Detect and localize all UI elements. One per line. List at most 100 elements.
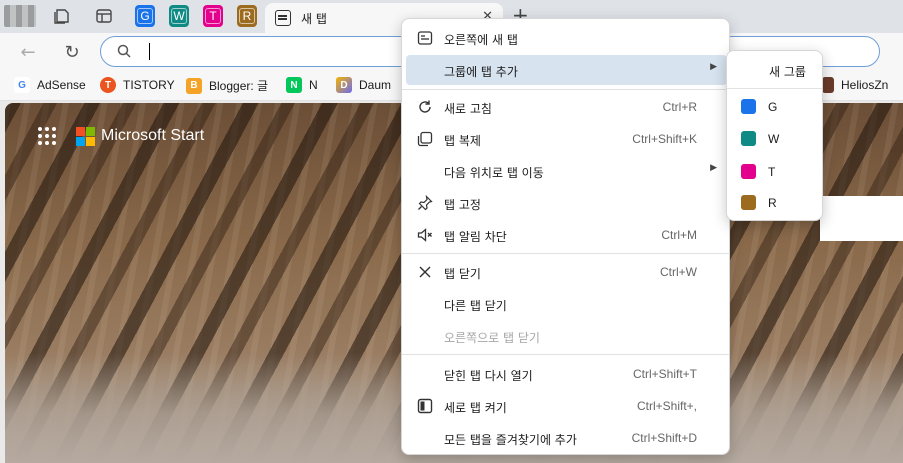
menu-item-label: 탭 알림 차단 — [444, 230, 507, 244]
naver-icon: N — [286, 77, 302, 93]
group-item-r[interactable]: R — [739, 191, 814, 215]
daum-icon: D — [336, 77, 352, 93]
favorite-daum[interactable]: D Daum — [336, 77, 391, 93]
group-item-g[interactable]: G — [739, 95, 814, 119]
menu-item-label: 탭 복제 — [444, 134, 481, 148]
new-group-item[interactable]: 새 그룹 — [769, 63, 806, 80]
blogger-icon: B — [186, 77, 202, 94]
menu-divider — [402, 354, 729, 355]
content-card — [820, 196, 903, 241]
favorite-tistory[interactable]: T TISTORY — [100, 77, 175, 93]
refresh-button[interactable]: ↻ — [60, 40, 84, 64]
duplicate-icon — [416, 130, 434, 148]
menu-item-label: 다음 위치로 탭 이동 — [444, 166, 544, 180]
menu-item-new-tab-right[interactable]: 오른쪽에 새 탭 — [406, 23, 727, 53]
helios-icon — [822, 77, 834, 93]
app-launcher-icon[interactable] — [38, 127, 56, 145]
menu-item-shortcut: Ctrl+W — [660, 265, 697, 279]
menu-item-duplicate-tab[interactable]: 탭 복제 Ctrl+Shift+K — [406, 124, 727, 154]
favorite-blogger[interactable]: B Blogger: 글 — [186, 77, 268, 94]
group-name: R — [768, 196, 777, 210]
group-item-w[interactable]: W — [739, 127, 814, 151]
menu-item-label: 오른쪽으로 탭 닫기 — [444, 331, 540, 345]
tab-group-label: T — [205, 8, 221, 24]
submenu-arrow-icon: ▶ — [710, 62, 717, 72]
menu-item-label: 그룹에 탭 추가 — [444, 65, 518, 79]
back-button[interactable]: ← — [16, 40, 40, 64]
menu-item-add-all-to-favorites[interactable]: 모든 탭을 즐겨찾기에 추가 Ctrl+Shift+D — [406, 423, 727, 453]
tistory-icon: T — [100, 77, 116, 93]
menu-item-shortcut: Ctrl+Shift+T — [632, 367, 697, 381]
favorite-label: AdSense — [37, 78, 86, 92]
google-icon: G — [14, 77, 30, 93]
menu-item-vertical-tabs[interactable]: 세로 탭 켜기 Ctrl+Shift+, — [406, 391, 727, 421]
microsoft-logo-icon — [76, 127, 95, 146]
menu-item-shortcut: Ctrl+Shift+D — [631, 431, 697, 445]
tab-group-chip-t[interactable]: T — [203, 5, 223, 27]
vertical-tabs-icon — [416, 397, 434, 415]
menu-item-refresh[interactable]: 새로 고침 Ctrl+R — [406, 92, 727, 122]
group-name: W — [768, 132, 780, 146]
new-tab-right-icon — [416, 29, 434, 47]
menu-item-close-tabs-right: 오른쪽으로 탭 닫기 — [406, 321, 727, 351]
menu-item-reopen-closed-tab[interactable]: 닫힌 탭 다시 열기 Ctrl+Shift+T — [406, 359, 727, 389]
profile-avatar[interactable] — [4, 5, 36, 27]
new-tab-page-icon — [275, 10, 291, 26]
favorite-helioszn[interactable]: HeliosZn — [822, 77, 888, 93]
tab-group-label: R — [239, 8, 255, 24]
tab-group-chip-g[interactable]: G — [135, 5, 155, 27]
menu-item-shortcut: Ctrl+R — [662, 100, 697, 114]
menu-divider — [402, 253, 729, 254]
menu-item-label: 세로 탭 켜기 — [444, 401, 507, 415]
menu-item-label: 오른쪽에 새 탭 — [444, 33, 518, 47]
menu-item-shortcut: Ctrl+Shift+K — [632, 132, 697, 146]
group-name: G — [768, 100, 778, 114]
tab-group-label: W — [171, 8, 187, 24]
menu-item-label: 모든 탭을 즐겨찾기에 추가 — [444, 433, 577, 447]
tab-group-chip-w[interactable]: W — [169, 5, 189, 27]
menu-item-label: 탭 닫기 — [444, 267, 481, 281]
tab-context-menu: 오른쪽에 새 탭 그룹에 탭 추가 ▶ 새로 고침 Ctrl+R 탭 복제 Ct… — [401, 18, 730, 455]
tab-group-chip-r[interactable]: R — [237, 5, 257, 27]
menu-item-mute-tab[interactable]: 탭 알림 차단 Ctrl+M — [406, 220, 727, 250]
menu-item-add-to-group[interactable]: 그룹에 탭 추가 ▶ — [406, 55, 727, 85]
group-color-swatch — [741, 99, 756, 114]
favorite-label: Daum — [359, 78, 392, 92]
favorite-label: HeliosZn — [841, 78, 889, 92]
favorite-adsense[interactable]: G AdSense — [14, 77, 86, 93]
menu-item-label: 탭 고정 — [444, 198, 481, 212]
menu-item-label: 닫힌 탭 다시 열기 — [444, 369, 533, 383]
group-color-swatch — [741, 164, 756, 179]
add-to-group-submenu: 새 그룹 G W T R — [726, 50, 823, 221]
menu-item-label: 새로 고침 — [444, 102, 492, 116]
submenu-arrow-icon: ▶ — [710, 163, 717, 173]
pin-icon — [416, 194, 434, 212]
favorite-naver[interactable]: N N — [286, 77, 318, 93]
favorite-label: N — [309, 78, 318, 92]
tab-actions-icon[interactable] — [94, 6, 114, 26]
menu-item-label: 다른 탭 닫기 — [444, 299, 507, 313]
active-tab-title: 새 탭 — [301, 12, 327, 26]
menu-divider — [402, 89, 729, 90]
text-caret — [149, 43, 150, 60]
menu-item-shortcut: Ctrl+M — [661, 228, 697, 242]
workspaces-icon[interactable] — [52, 6, 72, 26]
menu-item-move-tab[interactable]: 다음 위치로 탭 이동 ▶ — [406, 156, 727, 186]
close-icon — [416, 263, 434, 281]
group-item-t[interactable]: T — [739, 160, 814, 184]
menu-divider — [727, 88, 822, 89]
brand-title[interactable]: Microsoft Start — [101, 127, 204, 145]
favorite-label: TISTORY — [123, 78, 175, 92]
search-icon — [117, 44, 131, 58]
menu-item-pin-tab[interactable]: 탭 고정 — [406, 188, 727, 218]
refresh-icon — [416, 98, 434, 116]
menu-item-close-other-tabs[interactable]: 다른 탭 닫기 — [406, 289, 727, 319]
group-name: T — [768, 165, 776, 179]
group-color-swatch — [741, 131, 756, 146]
mute-icon — [416, 226, 434, 244]
tab-group-label: G — [137, 8, 153, 24]
favorite-label: Blogger: 글 — [209, 79, 269, 93]
menu-item-close-tab[interactable]: 탭 닫기 Ctrl+W — [406, 257, 727, 287]
group-color-swatch — [741, 195, 756, 210]
menu-item-shortcut: Ctrl+Shift+, — [636, 399, 697, 413]
